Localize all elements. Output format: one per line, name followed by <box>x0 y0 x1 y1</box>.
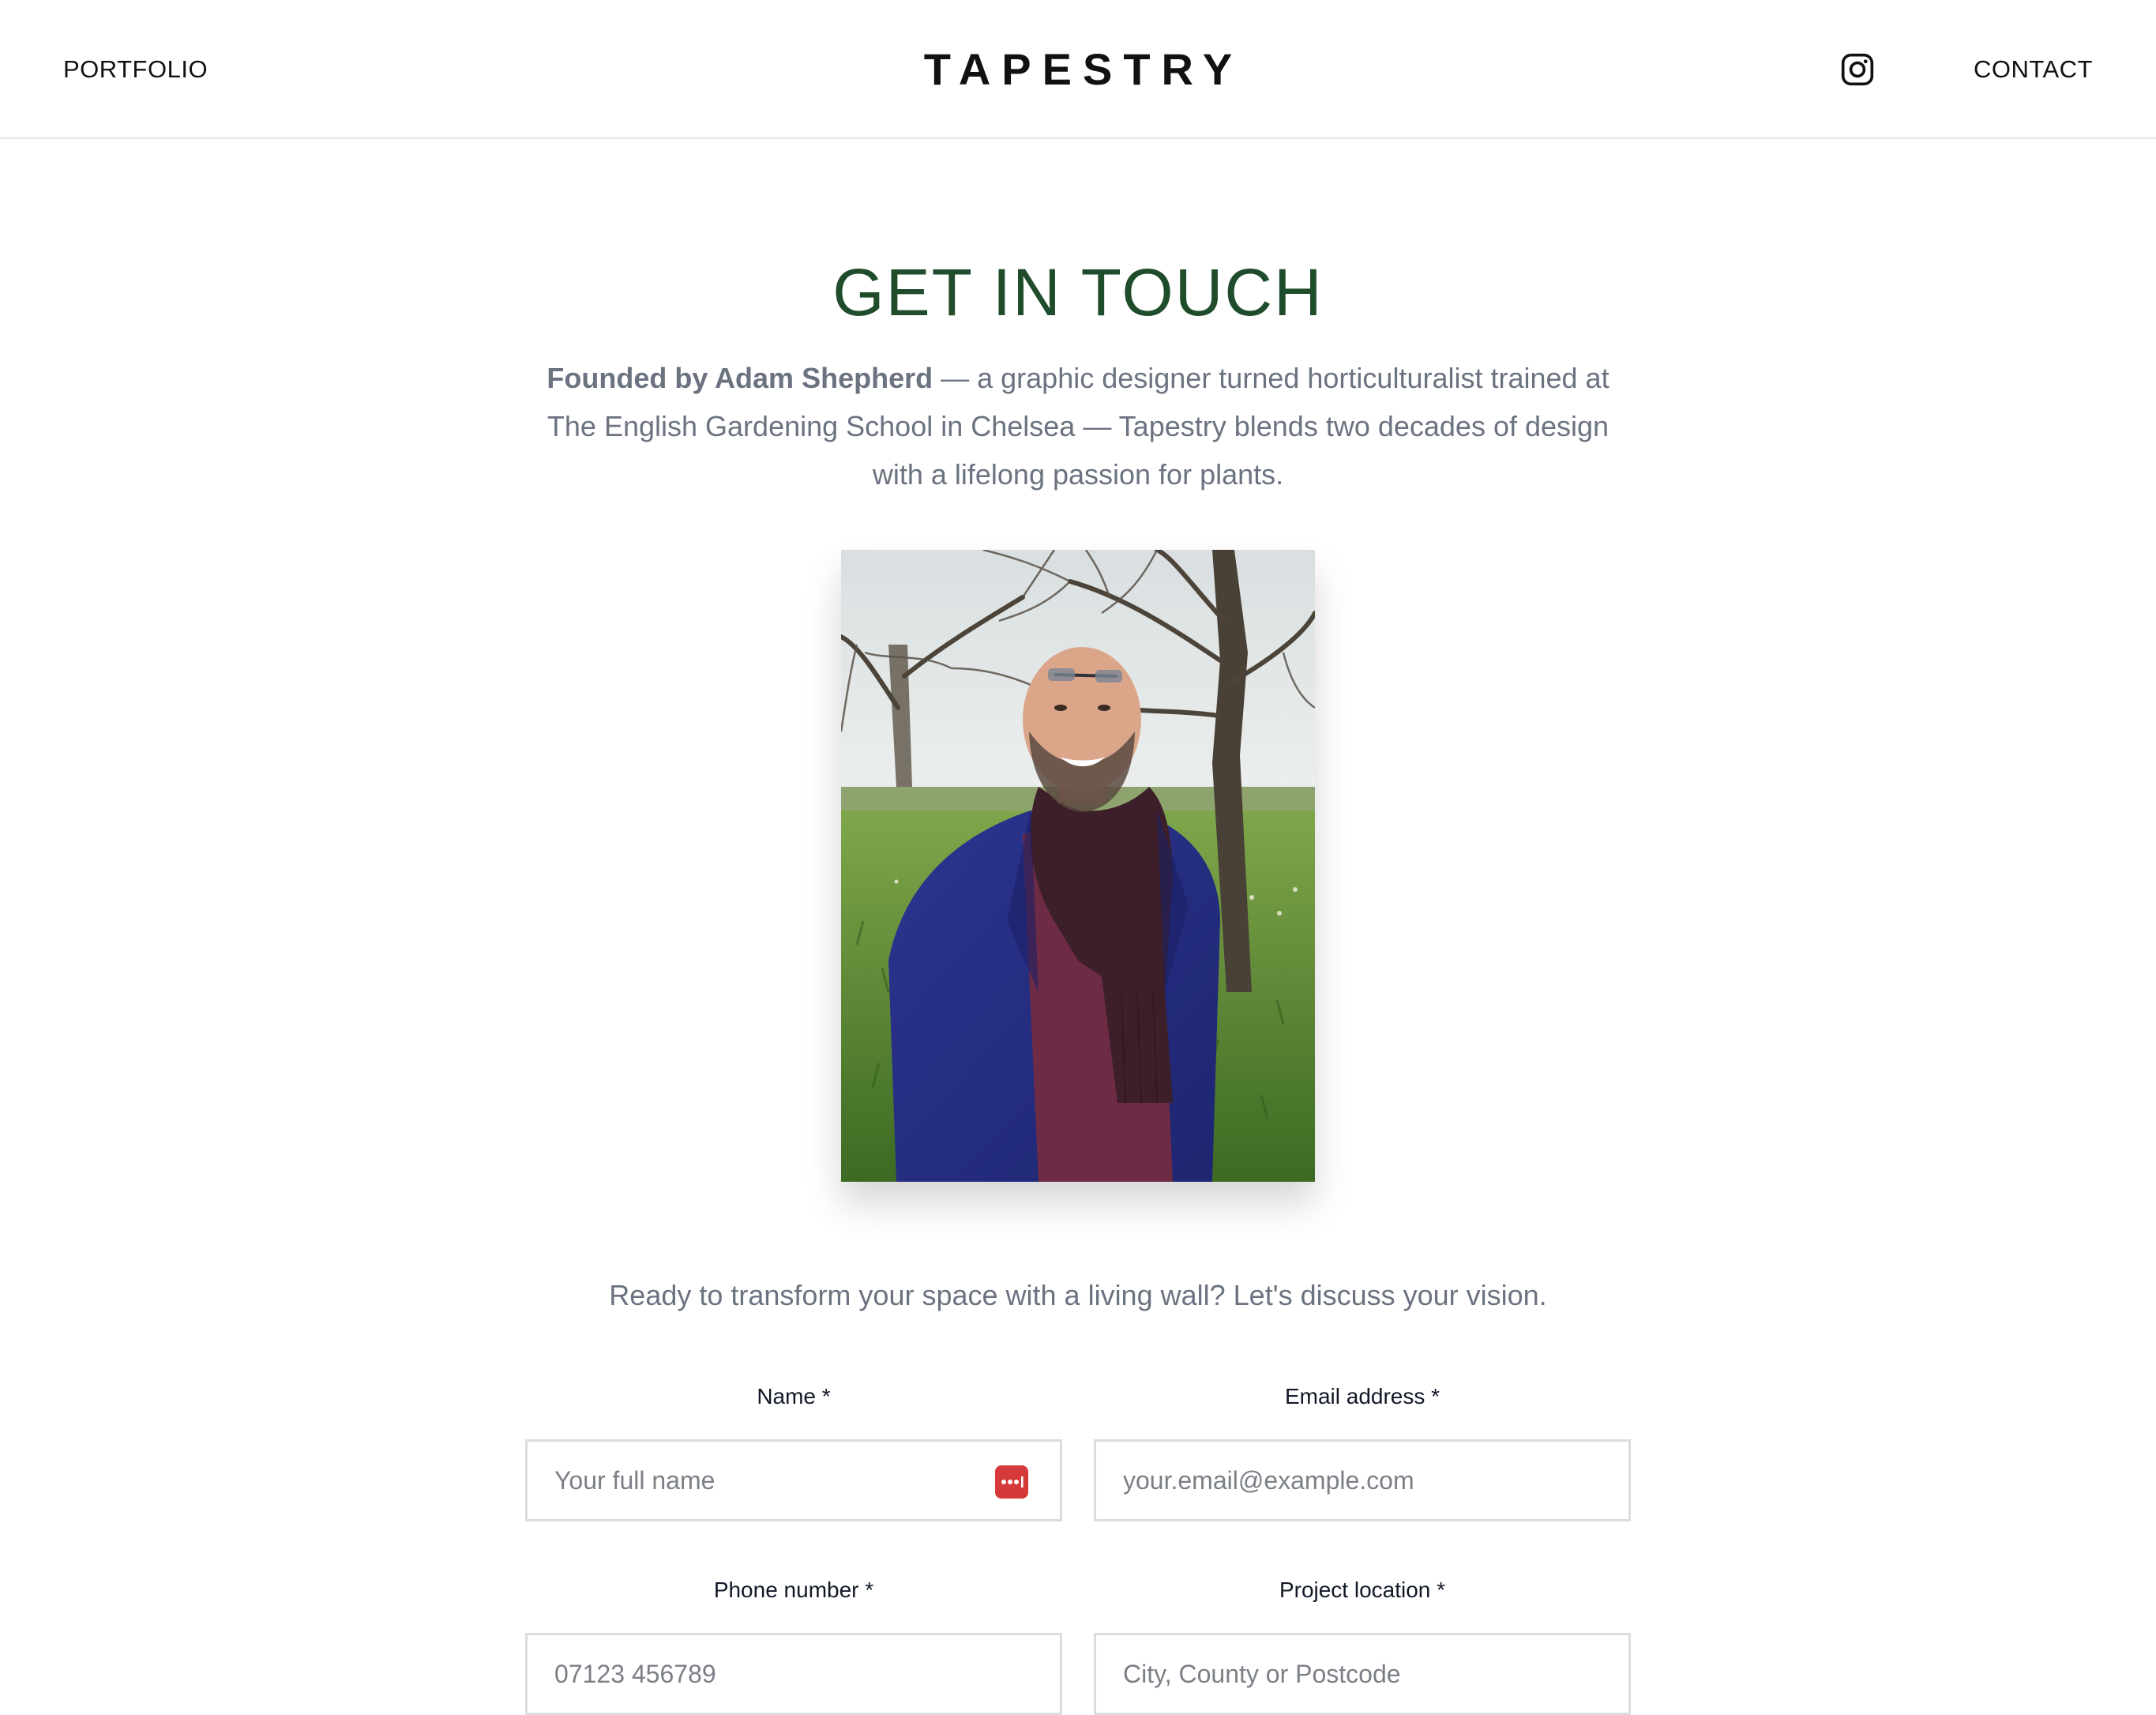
email-input-box <box>1094 1439 1631 1521</box>
email-label: Email address * <box>1284 1384 1440 1408</box>
page-title: GET IN TOUCH <box>832 255 1324 329</box>
intro-founder: Founded by Adam Shepherd <box>547 362 933 394</box>
password-manager-icon[interactable] <box>995 1465 1028 1499</box>
instagram-icon[interactable] <box>1840 52 1875 87</box>
email-input[interactable] <box>1096 1442 1628 1519</box>
phone-input-box <box>525 1633 1062 1715</box>
founder-portrait <box>841 550 1315 1182</box>
location-input-box <box>1094 1633 1631 1715</box>
site-header: PORTFOLIO TAPESTRY CONTACT <box>0 0 2156 139</box>
phone-input[interactable] <box>528 1635 1060 1713</box>
intro-paragraph: Founded by Adam Shepherd — a graphic des… <box>525 354 1631 498</box>
portrait-photo <box>841 550 1315 1182</box>
name-field: Name * <box>525 1381 1062 1521</box>
name-input-box <box>525 1439 1062 1521</box>
phone-label: Phone number * <box>713 1578 874 1602</box>
nav-contact-link[interactable]: CONTACT <box>1974 51 2093 88</box>
site-logo: TAPESTRY <box>0 41 2156 98</box>
phone-field: Phone number * <box>525 1574 1062 1715</box>
name-input[interactable] <box>528 1442 1060 1519</box>
name-label: Name * <box>757 1384 831 1408</box>
location-label: Project location * <box>1279 1578 1446 1602</box>
location-input[interactable] <box>1096 1635 1628 1713</box>
location-field: Project location * <box>1094 1574 1631 1715</box>
email-field: Email address * <box>1094 1381 1631 1521</box>
logo-text[interactable]: TAPESTRY <box>924 44 1243 94</box>
contact-tagline: Ready to transform your space with a liv… <box>609 1279 1547 1311</box>
